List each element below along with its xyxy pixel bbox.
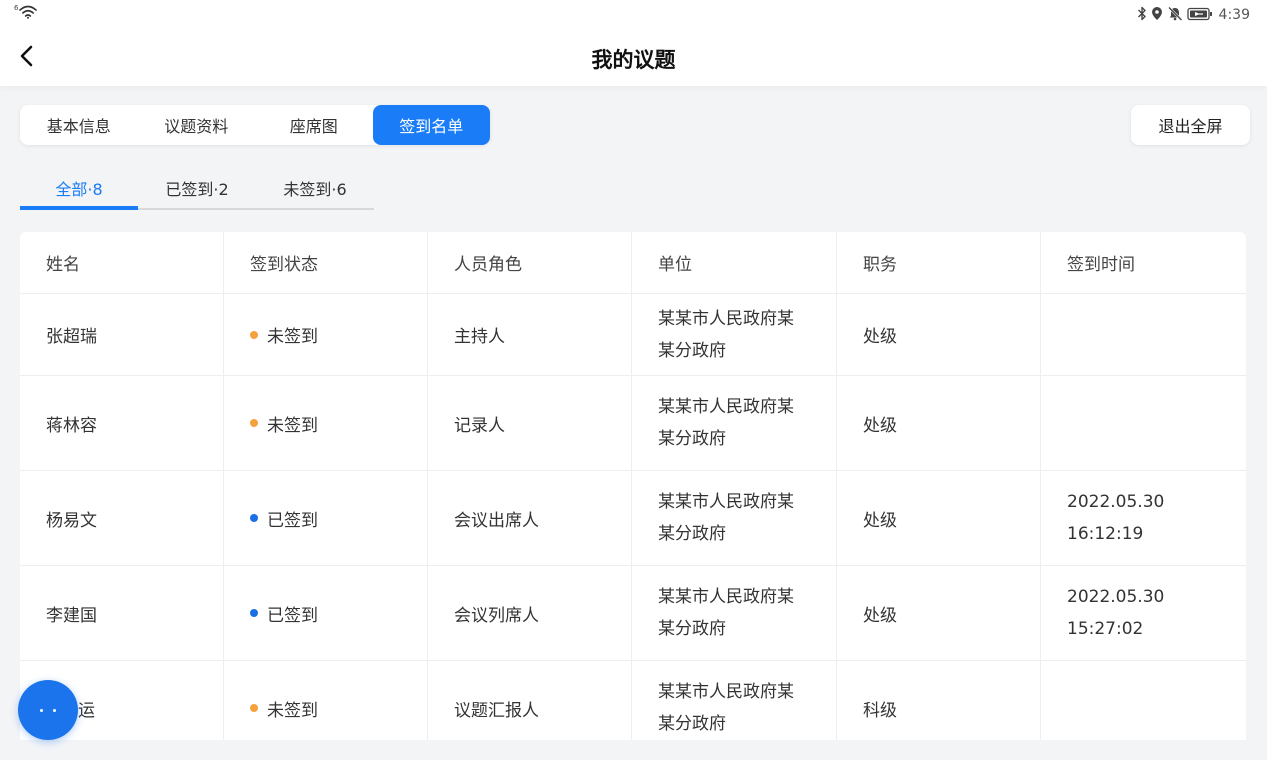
tab-signin-list[interactable]: 签到名单 [372,105,490,145]
cell-rank: 处级 [837,471,1041,565]
filter-all[interactable]: 全部·8 [20,168,138,210]
cell-status: 未签到 [224,661,428,740]
cell-unit: 某某市人民政府某某分政府 [632,294,837,375]
bell-off-icon [1167,6,1183,25]
filter-unsigned[interactable]: 未签到·6 [256,168,374,208]
cell-status: 已签到 [224,471,428,565]
filter-signed[interactable]: 已签到·2 [138,168,256,208]
table-row: 张超瑞 未签到 主持人 某某市人民政府某某分政府 处级 [20,294,1246,376]
cell-unit: 某某市人民政府某某分政府 [632,376,837,470]
table-row: 运 未签到 议题汇报人 某某市人民政府某某分政府 科级 [20,661,1246,740]
cell-role: 主持人 [428,294,632,375]
column-header-status: 签到状态 [224,232,428,293]
signin-table: 姓名 签到状态 人员角色 单位 职务 签到时间 张超瑞 未签到 主持人 某某市人… [20,232,1246,740]
table-header-row: 姓名 签到状态 人员角色 单位 职务 签到时间 [20,232,1246,294]
unit-text: 某某市人民政府某某分政府 [658,587,794,639]
status-text: 已签到 [267,605,318,626]
cell-signin-time [1041,376,1246,470]
column-header-signin-time: 签到时间 [1067,255,1135,275]
signin-time-text: 2022.05.30 15:27:02 [1067,587,1165,639]
cell-signin-time [1041,294,1246,375]
cell-unit: 某某市人民政府某某分政府 [632,661,837,740]
status-text: 已签到 [267,510,318,531]
cell-role: 议题汇报人 [428,661,632,740]
column-header-name: 姓名 [20,232,224,293]
cell-role: 会议列席人 [428,566,632,660]
status-text: 未签到 [267,700,318,721]
status-dot [250,514,258,522]
signin-filter-tabs: 全部·8 已签到·2 未签到·6 [20,168,374,210]
cell-rank: 处级 [837,566,1041,660]
status-dot [250,330,258,339]
cell-unit: 某某市人民政府某某分政府 [632,566,837,660]
cell-name: 张超瑞 [20,294,224,375]
cell-rank: 处级 [837,294,1041,375]
tab-seating-chart[interactable]: 座席图 [255,105,373,145]
chevron-left-icon [19,45,33,71]
location-icon [1151,6,1163,25]
cell-rank: 处级 [837,376,1041,470]
cell-name: 杨易文 [20,471,224,565]
more-dots-icon [40,708,56,712]
column-header-unit: 单位 [632,232,837,293]
status-time: 4:39 [1218,7,1250,23]
cell-unit: 某某市人民政府某某分政府 [632,471,837,565]
status-text: 未签到 [267,415,318,436]
exit-fullscreen-button[interactable]: 退出全屏 [1131,105,1250,145]
status-dot [250,419,258,427]
cell-role: 记录人 [428,376,632,470]
wifi-icon [19,4,38,23]
unit-text: 某某市人民政府某某分政府 [658,682,794,734]
table-row: 蒋林容 未签到 记录人 某某市人民政府某某分政府 处级 [20,376,1246,471]
cell-signin-time: 2022.05.30 16:12:19 [1041,471,1246,565]
cell-rank: 科级 [837,661,1041,740]
tab-basic-info[interactable]: 基本信息 [20,105,138,145]
bluetooth-icon [1137,6,1147,25]
status-dot [250,609,258,617]
page-title: 我的议题 [591,48,676,72]
unit-text: 某某市人民政府某某分政府 [658,308,794,361]
battery-charging-icon [1186,6,1213,25]
status-text: 未签到 [267,327,318,347]
tab-topic-materials[interactable]: 议题资料 [138,105,256,145]
column-header-rank: 职务 [837,232,1041,293]
cell-role: 会议出席人 [428,471,632,565]
cell-name: 李建国 [20,566,224,660]
cell-name: 蒋林容 [20,376,224,470]
table-row: 李建国 已签到 会议列席人 某某市人民政府某某分政府 处级 2022.05.30… [20,566,1246,661]
status-dot [250,704,258,712]
cell-signin-time [1041,661,1246,740]
column-header-role: 人员角色 [428,232,632,293]
status-bar-right: 4:39 [1137,6,1250,24]
network-badge: 6 [14,4,19,12]
unit-text: 某某市人民政府某某分政府 [658,492,794,544]
top-bar: 6 4:39 我的议题 [0,0,1267,86]
cell-status: 未签到 [224,376,428,470]
signin-time-text: 2022.05.30 16:12:19 [1067,492,1165,544]
table-row: 杨易文 已签到 会议出席人 某某市人民政府某某分政府 处级 2022.05.30… [20,471,1246,566]
cell-status: 未签到 [224,294,428,375]
cell-signin-time: 2022.05.30 15:27:02 [1041,566,1246,660]
unit-text: 某某市人民政府某某分政府 [658,397,794,449]
floating-menu-button[interactable] [18,680,78,740]
back-button[interactable] [14,44,38,72]
section-tabs: 基本信息 议题资料 座席图 签到名单 [20,105,490,145]
cell-status: 已签到 [224,566,428,660]
status-bar-left: 6 [14,4,38,24]
